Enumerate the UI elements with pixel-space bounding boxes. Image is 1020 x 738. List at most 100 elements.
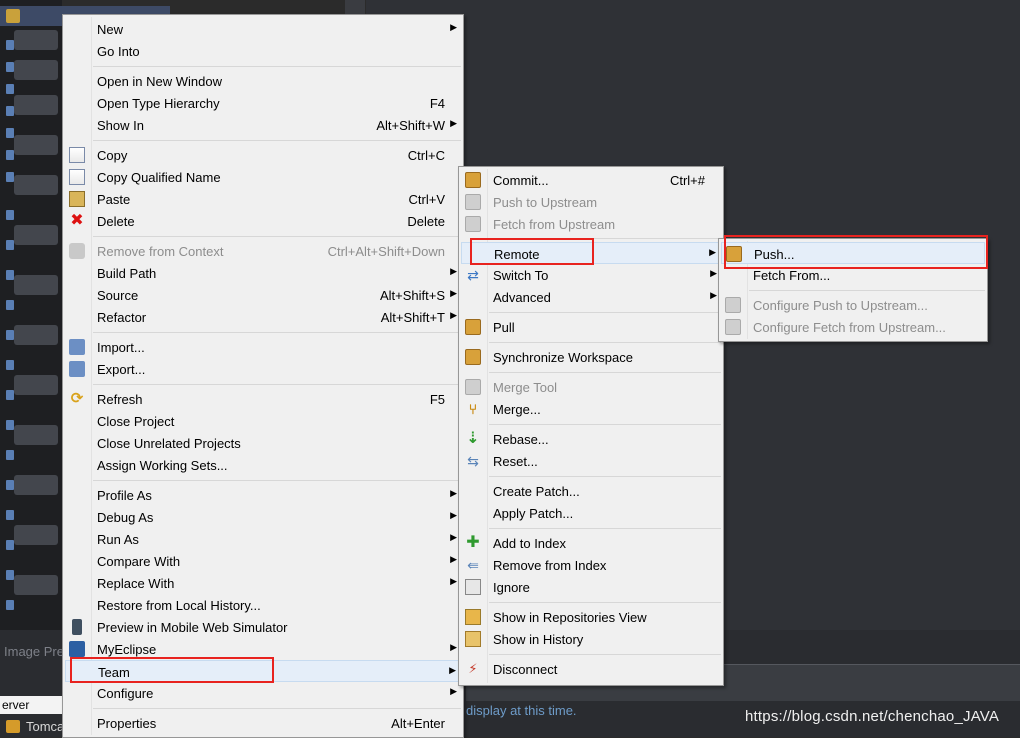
menu-item-import[interactable]: Import... xyxy=(65,336,461,358)
tree-node[interactable] xyxy=(6,330,14,340)
menu-item-remove-from-index[interactable]: ⇚ Remove from Index xyxy=(461,554,721,576)
export-icon xyxy=(69,361,85,377)
menu-item-assign-working-sets[interactable]: Assign Working Sets... xyxy=(65,454,461,476)
menu-item-show-in-repositories-view[interactable]: Show in Repositories View xyxy=(461,606,721,628)
menu-item-open-in-new-window[interactable]: Open in New Window xyxy=(65,70,461,92)
blurred-tree-label xyxy=(14,60,58,80)
tree-node[interactable] xyxy=(6,270,14,280)
menu-item-export[interactable]: Export... xyxy=(65,358,461,380)
menu-item-copy[interactable]: Copy Ctrl+C xyxy=(65,144,461,166)
import-icon xyxy=(69,339,85,355)
menu-item-refactor[interactable]: Refactor Alt+Shift+T ▶ xyxy=(65,306,461,328)
menu-item-compare-with[interactable]: Compare With ▶ xyxy=(65,550,461,572)
tree-node[interactable] xyxy=(6,150,14,160)
menu-item-synchronize-workspace[interactable]: Synchronize Workspace xyxy=(461,346,721,368)
configure-push-icon xyxy=(725,297,741,313)
blurred-tree-label xyxy=(14,135,58,155)
blurred-tree-label xyxy=(14,225,58,245)
menu-item-show-in-history[interactable]: Show in History xyxy=(461,628,721,650)
tree-node[interactable] xyxy=(6,450,14,460)
menu-item-run-as[interactable]: Run As ▶ xyxy=(65,528,461,550)
menu-separator xyxy=(93,384,461,385)
menu-separator xyxy=(749,290,985,291)
menu-item-label: Export... xyxy=(97,362,146,377)
menu-item-replace-with[interactable]: Replace With ▶ xyxy=(65,572,461,594)
tree-node[interactable] xyxy=(6,106,14,116)
menu-item-fetch-from-upstream[interactable]: Fetch from Upstream xyxy=(461,213,721,235)
tree-node[interactable] xyxy=(6,128,14,138)
tree-node[interactable] xyxy=(6,240,14,250)
tree-node[interactable] xyxy=(6,360,14,370)
menu-item-restore-from-local-history[interactable]: Restore from Local History... xyxy=(65,594,461,616)
menu-item-merge[interactable]: ⑂ Merge... xyxy=(461,398,721,420)
watermark: https://blog.csdn.net/chenchao_JAVA xyxy=(745,708,1000,725)
menu-item-refresh[interactable]: ⟳ Refresh F5 xyxy=(65,388,461,410)
menu-item-delete[interactable]: ✖ Delete Delete xyxy=(65,210,461,232)
menu-item-add-to-index[interactable]: ✚ Add to Index xyxy=(461,532,721,554)
menu-item-label: Paste xyxy=(97,192,131,207)
image-preview-tab[interactable]: Image Pre xyxy=(4,644,64,659)
menu-item-close-unrelated-projects[interactable]: Close Unrelated Projects xyxy=(65,432,461,454)
tree-node[interactable] xyxy=(6,570,14,580)
menu-item-disconnect[interactable]: ⚡ Disconnect xyxy=(461,658,721,680)
menu-item-build-path[interactable]: Build Path ▶ xyxy=(65,262,461,284)
menu-item-label: Refactor xyxy=(97,310,147,325)
menu-item-apply-patch[interactable]: Apply Patch... xyxy=(461,502,721,524)
menu-item-show-in[interactable]: Show In Alt+Shift+W ▶ xyxy=(65,114,461,136)
menu-item-commit[interactable]: Commit... Ctrl+# xyxy=(461,169,721,191)
tree-node[interactable] xyxy=(6,172,14,182)
menu-item-preview-mobile-simulator[interactable]: Preview in Mobile Web Simulator xyxy=(65,616,461,638)
submenu-arrow-icon: ▶ xyxy=(449,665,456,675)
tree-node[interactable] xyxy=(6,40,14,50)
menu-item-open-type-hierarchy[interactable]: Open Type Hierarchy F4 xyxy=(65,92,461,114)
menu-item-go-into[interactable]: Go Into xyxy=(65,40,461,62)
fetch-upstream-icon xyxy=(465,216,481,232)
menu-separator xyxy=(93,708,461,709)
servers-tab[interactable]: erver xyxy=(0,696,64,714)
menu-item-configure[interactable]: Configure ▶ xyxy=(65,682,461,704)
tree-node[interactable] xyxy=(6,480,14,490)
menu-item-copy-qualified-name[interactable]: Copy Qualified Name xyxy=(65,166,461,188)
menu-separator xyxy=(93,480,461,481)
tree-node[interactable] xyxy=(6,540,14,550)
menu-item-reset[interactable]: ⇆ Reset... xyxy=(461,450,721,472)
menu-item-advanced[interactable]: Advanced ▶ xyxy=(461,286,721,308)
menu-item-label: Rebase... xyxy=(493,432,549,447)
menu-separator xyxy=(93,66,461,67)
menu-item-merge-tool[interactable]: Merge Tool xyxy=(461,376,721,398)
menu-item-pull[interactable]: Pull xyxy=(461,316,721,338)
menu-item-properties[interactable]: Properties Alt+Enter xyxy=(65,712,461,734)
menu-item-switch-to[interactable]: ⇄ Switch To ▶ xyxy=(461,264,721,286)
menu-item-configure-fetch-from-upstream[interactable]: Configure Fetch from Upstream... xyxy=(721,316,985,338)
menu-item-rebase[interactable]: ⇣ Rebase... xyxy=(461,428,721,450)
menu-item-new[interactable]: New ▶ xyxy=(65,18,461,40)
tree-node[interactable] xyxy=(6,600,14,610)
blurred-tree-label xyxy=(14,30,58,50)
blurred-tree-label xyxy=(14,425,58,445)
tree-node[interactable] xyxy=(6,510,14,520)
menu-item-ignore[interactable]: Ignore xyxy=(461,576,721,598)
menu-item-debug-as[interactable]: Debug As ▶ xyxy=(65,506,461,528)
menu-item-label: Compare With xyxy=(97,554,181,569)
menu-separator xyxy=(489,528,721,529)
history-icon xyxy=(465,631,481,647)
tree-node[interactable] xyxy=(6,62,14,72)
menu-item-close-project[interactable]: Close Project xyxy=(65,410,461,432)
menu-item-paste[interactable]: Paste Ctrl+V xyxy=(65,188,461,210)
tree-node[interactable] xyxy=(6,300,14,310)
menu-item-profile-as[interactable]: Profile As ▶ xyxy=(65,484,461,506)
tree-node[interactable] xyxy=(6,390,14,400)
project-context-menu: New ▶ Go Into Open in New Window Open Ty… xyxy=(62,14,464,738)
menu-item-create-patch[interactable]: Create Patch... xyxy=(461,480,721,502)
menu-item-push-to-upstream[interactable]: Push to Upstream xyxy=(461,191,721,213)
tree-node[interactable] xyxy=(6,420,14,430)
tomcat-server-item[interactable]: Tomca xyxy=(0,716,64,737)
tree-node[interactable] xyxy=(6,210,14,220)
menu-item-configure-push-to-upstream[interactable]: Configure Push to Upstream... xyxy=(721,294,985,316)
menu-item-shortcut: F4 xyxy=(429,96,445,111)
menu-item-source[interactable]: Source Alt+Shift+S ▶ xyxy=(65,284,461,306)
menu-item-remove-from-context[interactable]: Remove from Context Ctrl+Alt+Shift+Down xyxy=(65,240,461,262)
tree-node[interactable] xyxy=(6,84,14,94)
menu-item-label: Fetch From... xyxy=(753,268,831,283)
menu-separator xyxy=(489,372,721,373)
